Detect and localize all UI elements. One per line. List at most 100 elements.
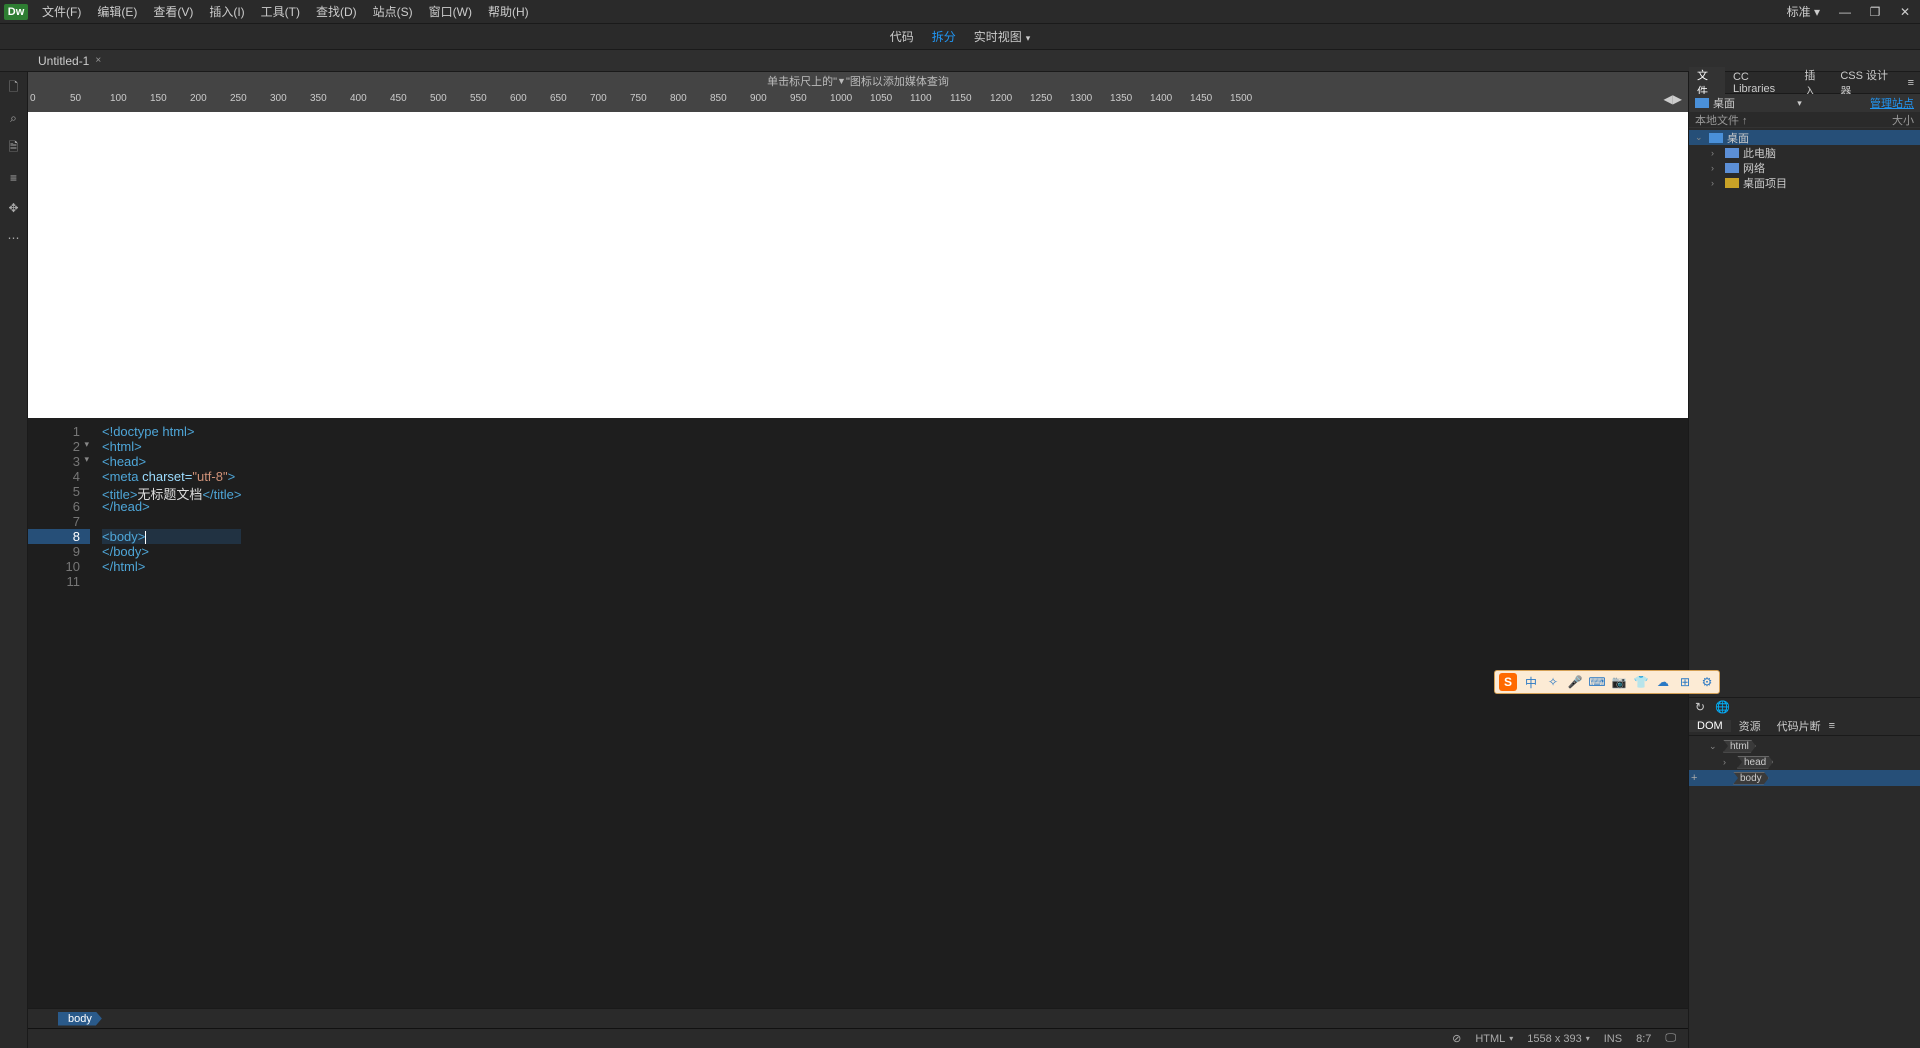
close-icon[interactable]: × — [95, 55, 101, 66]
ruler-tick: 400 — [350, 93, 367, 104]
ime-skin-icon[interactable]: 👕 — [1633, 674, 1649, 690]
ruler-tick: 1400 — [1150, 93, 1172, 104]
menu-find[interactable]: 查找(D) — [308, 3, 365, 20]
code-text: </html> — [102, 559, 145, 574]
dom-empty — [1689, 788, 1920, 1048]
ruler-tick: 1500 — [1230, 93, 1252, 104]
expand-icon[interactable]: › — [1723, 757, 1733, 767]
ime-punct-icon[interactable]: ✧ — [1545, 674, 1561, 690]
tab-resources[interactable]: 资源 — [1731, 718, 1769, 734]
tab-cc-libraries[interactable]: CC Libraries — [1725, 71, 1796, 95]
menu-file[interactable]: 文件(F) — [34, 3, 89, 20]
ime-voice-icon[interactable]: 🎤 — [1567, 674, 1583, 690]
ruler-end-marker-icon[interactable]: ◀▶ — [1664, 92, 1682, 106]
collapse-icon[interactable]: ⌄ — [1709, 741, 1719, 752]
col-size[interactable]: 大小 — [1892, 112, 1914, 128]
code-content[interactable]: <!doctype html> <html> <head> <meta char… — [90, 418, 241, 1008]
design-canvas[interactable] — [28, 112, 1688, 418]
menu-edit[interactable]: 编辑(E) — [89, 3, 145, 20]
status-language[interactable]: HTML ▾ — [1475, 1033, 1513, 1045]
tool-drag-icon[interactable]: ✥ — [6, 200, 22, 216]
sogou-logo-icon[interactable]: S — [1499, 673, 1517, 691]
dom-tag-label: html — [1723, 740, 1756, 753]
ruler-tick: 150 — [150, 93, 167, 104]
dom-head[interactable]: › head — [1689, 754, 1920, 770]
ime-toolbar[interactable]: S 中 ✧ 🎤 ⌨ 📷 👕 ☁ ⊞ ⚙ — [1494, 670, 1720, 694]
minimize-button[interactable]: — — [1830, 5, 1860, 19]
ime-cloud-icon[interactable]: ☁ — [1655, 674, 1671, 690]
view-code[interactable]: 代码 — [890, 28, 914, 45]
code-text: "utf-8" — [192, 469, 227, 484]
code-editor[interactable]: 1 2▾ 3▾ 4 5 6 7 8 9 10 11 <!doctype html… — [28, 418, 1688, 1008]
collapse-icon[interactable]: ⌄ — [1695, 132, 1705, 143]
menu-insert[interactable]: 插入(I) — [201, 3, 252, 20]
ime-screenshot-icon[interactable]: 📷 — [1611, 674, 1627, 690]
tool-list-icon[interactable]: 🗎 — [6, 140, 22, 156]
add-element-icon[interactable]: + — [1691, 772, 1697, 784]
menu-window[interactable]: 窗口(W) — [421, 3, 480, 20]
refresh-icon[interactable]: ↻ — [1695, 700, 1705, 714]
tab-snippets[interactable]: 代码片断 — [1769, 718, 1829, 734]
menu-tools[interactable]: 工具(T) — [253, 3, 308, 20]
chevron-down-icon: ▾ — [1509, 1034, 1513, 1043]
menu-help[interactable]: 帮助(H) — [480, 3, 537, 20]
ruler-tick: 950 — [790, 93, 807, 104]
line-number: 2▾ — [28, 439, 90, 454]
line-number: 5 — [28, 484, 90, 499]
expand-icon[interactable]: › — [1711, 178, 1721, 188]
fold-icon[interactable]: ▾ — [84, 439, 89, 450]
status-errors-icon[interactable]: ⊘ — [1452, 1032, 1461, 1045]
dom-html[interactable]: ⌄ html — [1689, 738, 1920, 754]
view-split[interactable]: 拆分 — [932, 28, 956, 45]
line-number: 3▾ — [28, 454, 90, 469]
workspace-switcher[interactable]: 标准 ▾ — [1787, 3, 1820, 20]
menu-site[interactable]: 站点(S) — [365, 3, 421, 20]
files-site-selector[interactable]: 桌面 ▾ 管理站点 — [1689, 94, 1920, 112]
tag-breadcrumb: body — [28, 1008, 1688, 1028]
manage-sites-link[interactable]: 管理站点 — [1870, 95, 1914, 111]
tool-more-icon[interactable]: ⋯ — [6, 230, 22, 246]
dom-body[interactable]: + body — [1689, 770, 1920, 786]
status-dimensions[interactable]: 1558 x 393▾ — [1527, 1033, 1589, 1045]
status-preview-icon[interactable]: 🖵 — [1665, 1032, 1676, 1045]
globe-icon[interactable]: 🌐 — [1715, 700, 1730, 714]
ruler-tick: 1100 — [910, 93, 932, 104]
view-switcher: 代码 拆分 实时视图▾ — [0, 24, 1920, 50]
tab-dom[interactable]: DOM — [1689, 720, 1731, 732]
ime-settings-icon[interactable]: ⚙ — [1699, 674, 1715, 690]
line-number: 6 — [28, 499, 90, 514]
status-language-label: HTML — [1475, 1033, 1505, 1045]
tool-new-icon[interactable]: 🗋 — [6, 80, 22, 96]
panel-menu-icon[interactable]: ≡ — [1829, 720, 1835, 732]
fold-icon[interactable]: ▾ — [84, 454, 89, 465]
menu-view[interactable]: 查看(V) — [145, 3, 201, 20]
tree-desktop[interactable]: ⌄ 桌面 — [1689, 130, 1920, 145]
tree-network[interactable]: › 网络 — [1689, 160, 1920, 175]
panel-menu-icon[interactable]: ≡ — [1902, 77, 1920, 89]
expand-icon[interactable]: › — [1711, 148, 1721, 158]
ime-lang-icon[interactable]: 中 — [1523, 674, 1539, 690]
view-live[interactable]: 实时视图▾ — [974, 28, 1031, 45]
expand-icon[interactable]: › — [1711, 163, 1721, 173]
ime-keyboard-icon[interactable]: ⌨ — [1589, 674, 1605, 690]
line-number: 10 — [28, 559, 90, 574]
horizontal-ruler[interactable]: ◀▶ 0501001502002503003504004505005506006… — [28, 90, 1688, 112]
ruler-tick: 650 — [550, 93, 567, 104]
folder-icon — [1709, 133, 1723, 143]
tool-lines-icon[interactable]: ≡ — [6, 170, 22, 186]
document-tab[interactable]: Untitled-1 × — [30, 52, 109, 70]
tree-project[interactable]: › 桌面项目 — [1689, 175, 1920, 190]
maximize-button[interactable]: ❐ — [1860, 5, 1890, 19]
tool-inspect-icon[interactable]: ⌕ — [6, 110, 22, 126]
ruler-tick: 1300 — [1070, 93, 1092, 104]
status-insert-mode[interactable]: INS — [1604, 1033, 1622, 1045]
close-button[interactable]: ✕ — [1890, 5, 1920, 19]
text-cursor — [145, 531, 146, 544]
ime-toolbox-icon[interactable]: ⊞ — [1677, 674, 1693, 690]
hint-pre: 单击标尺上的" — [767, 73, 837, 89]
tree-this-pc[interactable]: › 此电脑 — [1689, 145, 1920, 160]
breadcrumb-body[interactable]: body — [58, 1012, 102, 1026]
ruler-tick: 250 — [230, 93, 247, 104]
right-panel: 文件 CC Libraries 插入 CSS 设计器 ≡ 桌面 ▾ 管理站点 本… — [1688, 72, 1920, 1048]
col-local-files[interactable]: 本地文件 ↑ — [1695, 112, 1892, 128]
